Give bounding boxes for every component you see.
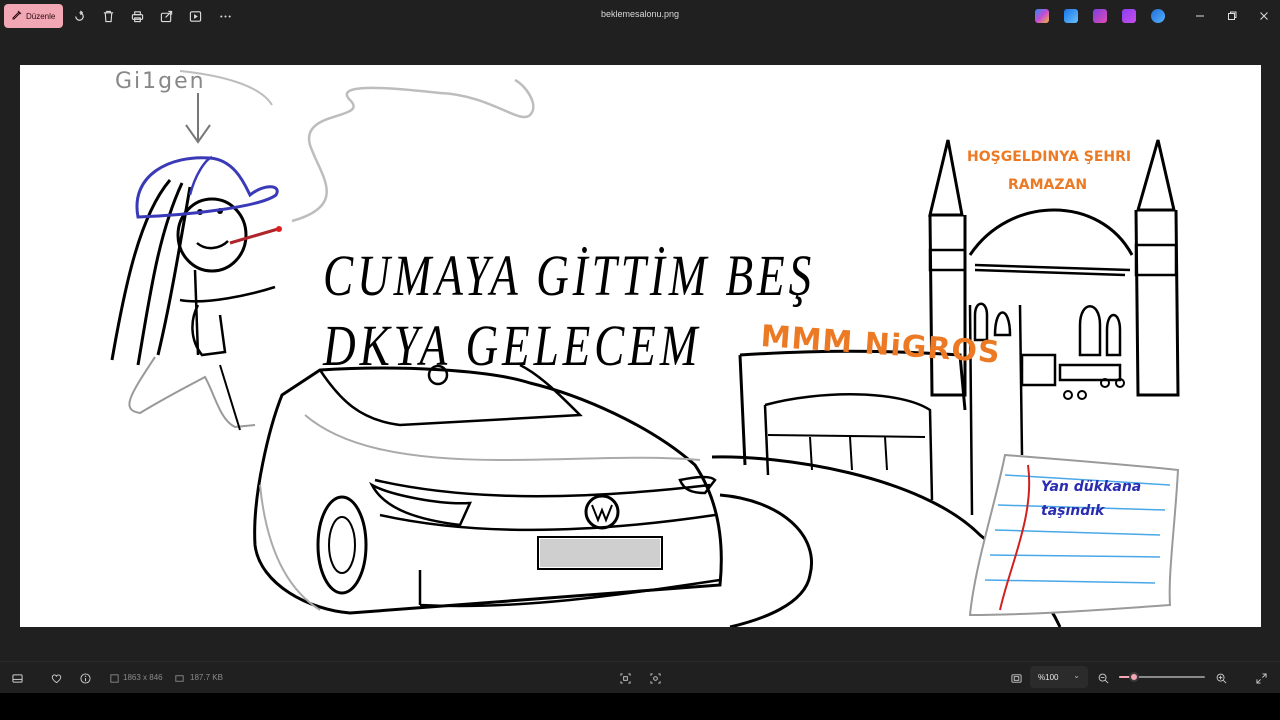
- dimensions-icon: [107, 671, 121, 685]
- displayed-image: Gi1gen CUMAYA GİTTİM BEŞ DKYA GELECEM MM…: [20, 65, 1261, 627]
- crop-icon[interactable]: [618, 671, 632, 685]
- zoom-level-dropdown[interactable]: %100 ⌄: [1030, 666, 1088, 688]
- slideshow-icon[interactable]: [187, 8, 203, 24]
- headline-line-1: CUMAYA GİTTİM BEŞ: [323, 243, 816, 308]
- clipchamp-icon[interactable]: [1093, 9, 1107, 23]
- info-icon[interactable]: [78, 671, 92, 685]
- window-title: beklemesalonu.png: [600, 9, 680, 19]
- chevron-down-icon: ⌄: [1073, 671, 1080, 680]
- minimize-icon[interactable]: [1192, 8, 1208, 24]
- zoom-level-value: %100: [1038, 672, 1059, 682]
- edit-button-label: Düzenle: [26, 11, 56, 21]
- car-headlight: [368, 481, 473, 527]
- restore-icon[interactable]: [1224, 8, 1240, 24]
- car-wheel: [316, 495, 368, 595]
- visual-search-icon[interactable]: [648, 671, 662, 685]
- fullscreen-icon[interactable]: [1254, 671, 1268, 685]
- scribble-name: Gi1gen: [115, 69, 206, 94]
- smoke-scribble: [291, 78, 535, 223]
- designer-icon[interactable]: [1122, 9, 1136, 23]
- photoshop-express-icon[interactable]: [1064, 9, 1078, 23]
- zoom-in-icon[interactable]: [1214, 671, 1228, 685]
- share-icon[interactable]: [158, 8, 174, 24]
- minaret: [928, 139, 964, 217]
- title-bar: Düzenle beklemesalonu.png: [0, 0, 1280, 32]
- hair-strand: [110, 179, 172, 361]
- rotate-icon[interactable]: [71, 8, 87, 24]
- mosque-sign-line-1: HOŞGELDINYA ŞEHRI: [967, 149, 1132, 165]
- more-icon[interactable]: [217, 8, 233, 24]
- favorite-icon[interactable]: [49, 671, 63, 685]
- note-line-2: taşındık: [1041, 503, 1105, 519]
- down-arrow: [185, 93, 211, 144]
- status-bar: 1863 x 846 187.7 KB: [0, 661, 1280, 694]
- edit-icon: [12, 10, 22, 22]
- minaret: [1136, 139, 1176, 212]
- print-icon[interactable]: [129, 8, 145, 24]
- cap: [135, 156, 279, 219]
- note-line-1: Yan dükkana: [1041, 479, 1142, 495]
- fit-to-window-icon[interactable]: [1009, 671, 1023, 685]
- car-grille: [374, 478, 711, 498]
- onedrive-icon[interactable]: [1151, 9, 1165, 23]
- close-icon[interactable]: [1256, 8, 1272, 24]
- road-edge: [719, 493, 813, 627]
- headline-line-2: DKYA GELECEM: [323, 313, 702, 378]
- copilot-icon[interactable]: [1035, 9, 1049, 23]
- dome: [968, 208, 1134, 256]
- zoom-slider[interactable]: [1119, 672, 1205, 682]
- zoom-out-icon[interactable]: [1096, 671, 1110, 685]
- filmstrip-icon[interactable]: [10, 671, 24, 685]
- delete-icon[interactable]: [100, 8, 116, 24]
- mosque-sign-line-2: RAMAZAN: [1008, 177, 1088, 193]
- file-size: 187.7 KB: [190, 673, 223, 682]
- body: [179, 269, 276, 357]
- image-canvas[interactable]: Gi1gen CUMAYA GİTTİM BEŞ DKYA GELECEM MM…: [0, 32, 1280, 661]
- image-dimensions: 1863 x 846: [123, 673, 163, 682]
- cigarette: [229, 227, 279, 245]
- taskbar-strip: [0, 693, 1280, 720]
- edit-button[interactable]: Düzenle: [4, 4, 63, 28]
- file-size-icon: [172, 671, 186, 685]
